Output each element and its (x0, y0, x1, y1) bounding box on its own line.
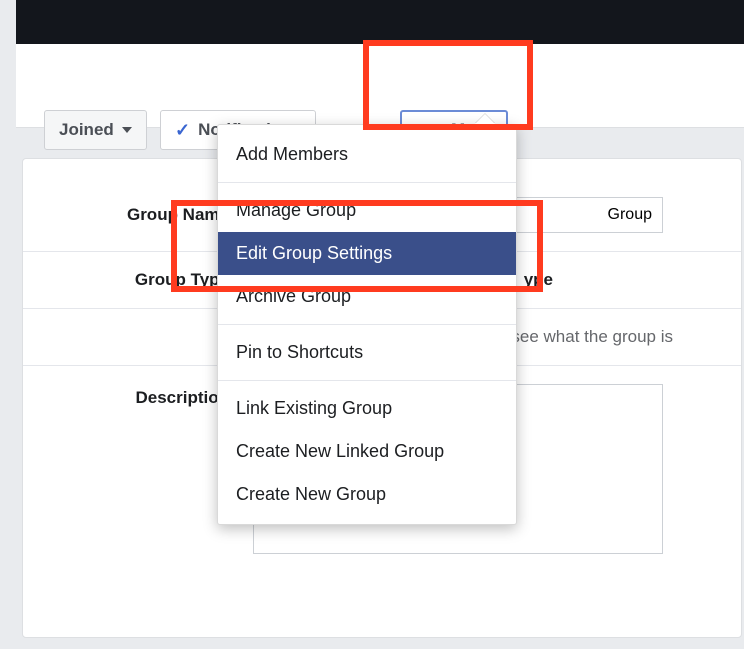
menu-item-link-existing-group[interactable]: Link Existing Group (218, 387, 516, 430)
check-icon: ✓ (175, 120, 190, 141)
menu-separator (218, 182, 516, 183)
menu-item-create-new-linked-group[interactable]: Create New Linked Group (218, 430, 516, 473)
menu-caret-icon (475, 114, 495, 124)
menu-item-add-members[interactable]: Add Members (218, 133, 516, 176)
chevron-down-icon (122, 127, 132, 133)
menu-item-pin-to-shortcuts[interactable]: Pin to Shortcuts (218, 331, 516, 374)
menu-item-manage-group[interactable]: Manage Group (218, 189, 516, 232)
joined-button[interactable]: Joined (44, 110, 147, 150)
action-bar: Joined ✓ Notifications ••• More (16, 44, 744, 128)
top-bar (16, 0, 744, 44)
menu-separator (218, 324, 516, 325)
menu-separator (218, 380, 516, 381)
menu-item-archive-group[interactable]: Archive Group (218, 275, 516, 318)
menu-item-edit-group-settings[interactable]: Edit Group Settings (218, 232, 516, 275)
more-dropdown: Add Members Manage GroupEdit Group Settin… (217, 124, 517, 525)
joined-label: Joined (59, 120, 114, 140)
menu-item-create-new-group[interactable]: Create New Group (218, 473, 516, 516)
